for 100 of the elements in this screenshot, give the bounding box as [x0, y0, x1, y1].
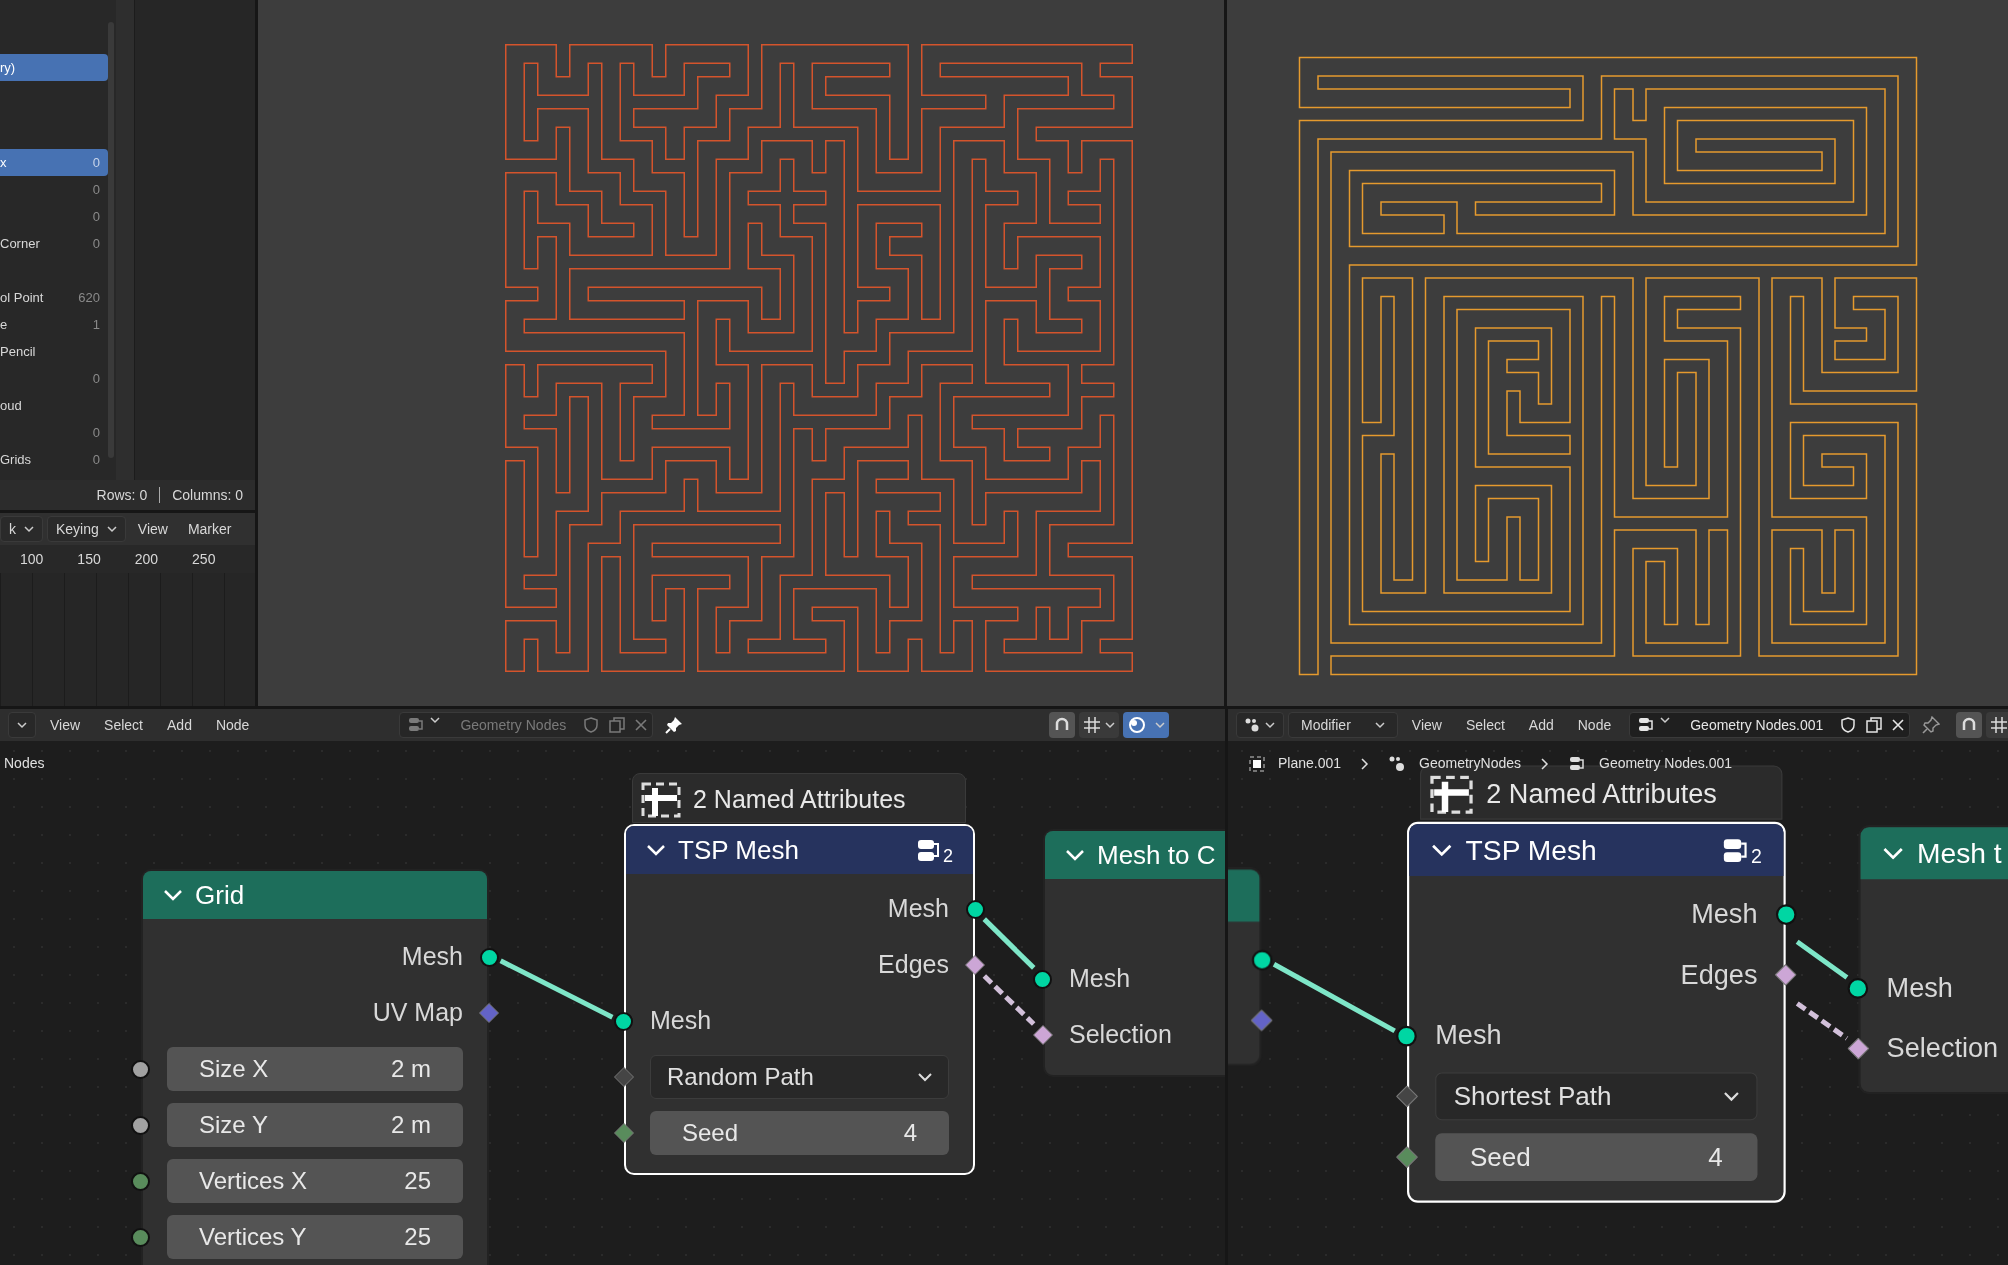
socket-label: Mesh	[1435, 1018, 1502, 1052]
spreadsheet-row[interactable]: Corner 0	[0, 230, 108, 257]
number-field[interactable]: Vertices X 25	[167, 1159, 463, 1203]
chevron-icon[interactable]	[1882, 846, 1904, 860]
spreadsheet-row[interactable]: 0	[0, 203, 108, 230]
viewport[interactable]	[258, 0, 1224, 706]
node[interactable]: TSP Mesh 2 Mesh Edges Mesh Shortest Path Seed 4	[1407, 821, 1786, 1203]
socket-label: Mesh	[1886, 970, 1953, 1005]
field-label: Size Y	[199, 1110, 268, 1140]
number-field[interactable]: Size Y 2 m	[167, 1103, 463, 1147]
scrollbar[interactable]	[108, 22, 114, 458]
socket-icon[interactable]	[1847, 978, 1869, 999]
snap-icon[interactable]	[1049, 712, 1075, 738]
frame[interactable]: 2 Named Attributes	[632, 773, 966, 823]
spreadsheet-row[interactable]: 0	[0, 365, 108, 392]
socket-diamond-icon[interactable]	[965, 955, 985, 975]
node[interactable]: Mesh t Mesh Selection	[1858, 825, 2008, 1095]
dropdown[interactable]	[8, 712, 36, 738]
socket-icon[interactable]	[1396, 1025, 1417, 1047]
number-field[interactable]: Vertices Y 25	[167, 1215, 463, 1259]
column-count: Columns: 0	[172, 485, 243, 505]
menu-item[interactable]: View	[129, 516, 176, 542]
dropdown[interactable]: Keying	[47, 516, 126, 542]
socket-diamond-icon[interactable]	[1250, 1009, 1273, 1032]
node-tree-selector[interactable]: Geometry Nodes.001	[1629, 712, 1911, 738]
row-label: oud	[0, 396, 22, 415]
spreadsheet-row[interactable]: ry)	[0, 54, 108, 81]
caret-icon	[918, 1072, 932, 1082]
node-header[interactable]: TSP Mesh 2	[626, 826, 973, 874]
row-count: 0	[92, 450, 100, 469]
menu-item[interactable]: View	[1401, 712, 1452, 738]
node-header[interactable]: Mesh to C	[1045, 831, 1225, 879]
socket-label: Mesh	[401, 941, 463, 973]
socket-diamond-icon[interactable]	[479, 1003, 499, 1023]
socket-diamond-icon[interactable]	[1847, 1037, 1870, 1060]
socket-diamond-icon[interactable]	[1033, 1025, 1053, 1045]
socket-diamond-icon[interactable]	[1396, 1085, 1418, 1108]
grid-snap-button[interactable]	[1079, 712, 1119, 738]
node-link[interactable]	[982, 974, 1036, 1026]
field-value: 4	[1708, 1140, 1723, 1174]
dots-icon	[1245, 718, 1261, 732]
frame-number: 200	[134, 549, 159, 569]
dropdown[interactable]: Shortest Path	[1435, 1072, 1758, 1121]
row-count: 0	[92, 153, 100, 172]
field-label: Vertices X	[199, 1166, 308, 1196]
breadcrumb-item[interactable]: Plane.001	[1278, 753, 1342, 774]
node-header[interactable]: TSP Mesh 2	[1409, 824, 1784, 877]
node[interactable]: Grid Mesh UV Map Size X 2 m Size Y 2 m Vertices X 25 Vertices Y 25	[141, 869, 489, 1265]
menu-item[interactable]: Select	[1455, 712, 1515, 738]
spreadsheet-row[interactable]: oud	[0, 392, 108, 419]
row-count: 0	[92, 180, 100, 199]
number-field[interactable]: Seed 4	[650, 1111, 949, 1155]
editor-type-button[interactable]	[1236, 712, 1284, 738]
menu-item[interactable]: Select	[94, 712, 153, 738]
dropdown[interactable]: Random Path	[650, 1055, 949, 1099]
menu-item[interactable]: Marker	[179, 516, 240, 542]
mode-dropdown[interactable]: Modifier	[1288, 712, 1398, 738]
socket-diamond-icon[interactable]	[614, 1123, 634, 1143]
row-count: 1	[92, 315, 100, 334]
chevron-icon[interactable]	[646, 844, 666, 856]
menu-item[interactable]: Node	[205, 712, 260, 738]
node[interactable]: TSP Mesh 2 Mesh Edges Mesh Random Path Seed 4	[624, 824, 975, 1175]
node-header[interactable]: Grid	[143, 871, 487, 919]
spreadsheet-row[interactable]: e 1	[0, 311, 108, 338]
viewport[interactable]	[1227, 0, 2008, 706]
node[interactable]: Mesh to C Mesh Selection	[1043, 829, 1225, 1077]
snap-icon[interactable]	[1956, 712, 1983, 738]
node-header[interactable]: Mesh t	[1860, 827, 2008, 880]
breadcrumb-item[interactable]: Nodes	[4, 753, 45, 774]
menu-item[interactable]: Add	[1518, 712, 1564, 738]
node-canvas[interactable]: 2 Named Attributes Grid Mesh UV Map Size X 2 m Size Y 2 m Vertices X 25 Vertices Y 25 TSP Mesh 2 Mesh Edges Mesh Random Path Seed 4 Mesh to C Mesh Selection View Select Add Node Geometry Nodes Nodes	[0, 709, 1225, 1265]
node-tree-name: Geometry Nodes.001	[1689, 715, 1825, 735]
socket-label: Selection	[1069, 1019, 1172, 1051]
menu-item[interactable]: View	[40, 712, 91, 738]
number-field[interactable]: Seed 4	[1435, 1133, 1758, 1181]
row-count: 0	[92, 369, 100, 388]
menu-item[interactable]: Node	[1567, 712, 1622, 738]
node-link[interactable]	[982, 917, 1036, 970]
socket-diamond-icon[interactable]	[1396, 1146, 1418, 1168]
spreadsheet-row[interactable]: ol Point 620	[0, 284, 108, 311]
dropdown[interactable]: k	[0, 516, 43, 542]
row-label: e	[0, 315, 8, 334]
field-label: Size X	[199, 1054, 269, 1084]
spreadsheet-row[interactable]: Pencil	[0, 338, 108, 365]
overlay-button[interactable]	[1123, 712, 1169, 738]
row-count: 0	[92, 207, 100, 226]
spreadsheet-row[interactable]: x 0	[0, 149, 108, 176]
chevron-right-icon	[1541, 757, 1549, 770]
chevron-icon[interactable]	[163, 889, 183, 901]
spreadsheet-row[interactable]: 0	[0, 419, 108, 446]
node-link[interactable]	[499, 958, 614, 1020]
spreadsheet-row[interactable]: 0	[0, 176, 108, 203]
chevron-icon[interactable]	[1430, 843, 1453, 857]
menu-item[interactable]: Add	[157, 712, 202, 738]
frame-number: 100	[20, 549, 44, 569]
socket-diamond-icon[interactable]	[1774, 963, 1797, 986]
number-field[interactable]: Size X 2 m	[167, 1047, 463, 1091]
spreadsheet-row[interactable]: Grids 0	[0, 446, 108, 473]
chevron-icon[interactable]	[1065, 849, 1085, 861]
field-value: 25	[404, 1222, 431, 1252]
